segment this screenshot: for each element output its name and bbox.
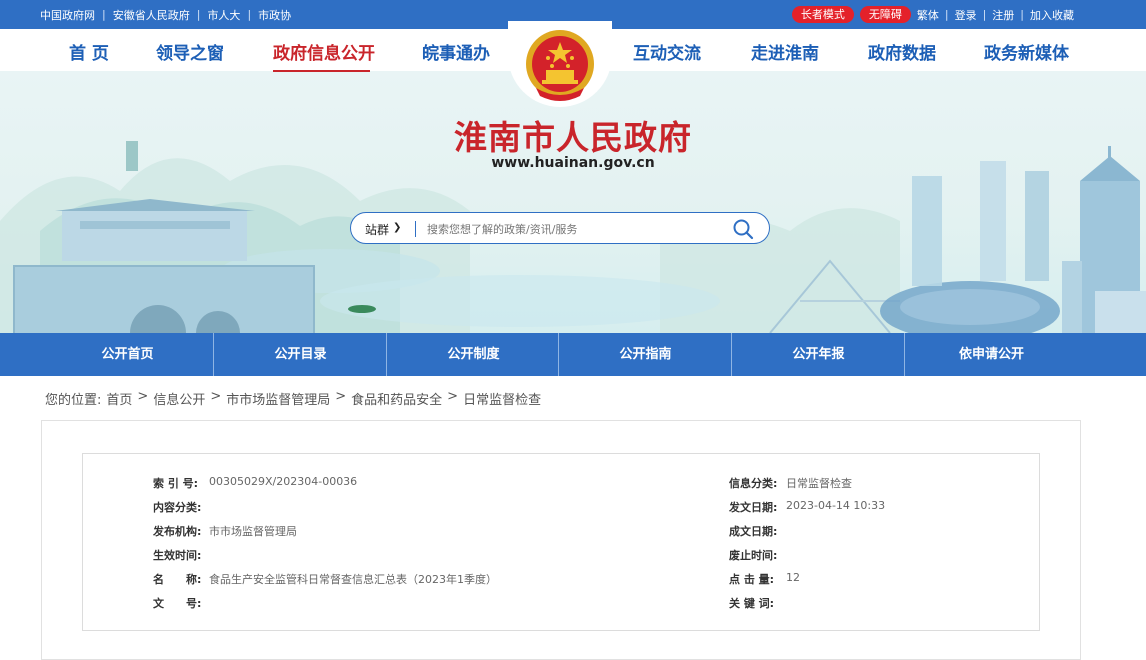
org-value: 市市场监督管理局 <box>209 525 297 538</box>
divider <box>415 221 416 237</box>
separator: | <box>247 8 252 21</box>
name-value: 食品生产安全监管科日常督查信息汇总表（2023年1季度） <box>209 573 497 586</box>
breadcrumb-separator: > <box>447 389 459 404</box>
breadcrumb-market-bureau[interactable]: 市市场监督管理局 <box>226 389 330 408</box>
gate-tower <box>62 211 247 261</box>
separator: | <box>102 8 106 21</box>
breadcrumb-info-disclosure[interactable]: 信息公开 <box>153 389 205 408</box>
search-icon[interactable] <box>731 217 755 241</box>
publish-date-label: 发文日期: <box>729 501 778 514</box>
index-no-label: 索 引 号: <box>153 477 199 490</box>
doc-no-label: 文 号: <box>153 597 202 610</box>
separator: | <box>196 8 201 21</box>
national-emblem-icon <box>526 30 594 101</box>
elder-mode-button[interactable]: 长者模式 <box>791 6 854 23</box>
breadcrumb: 您的位置: 首页 > 信息公开 > 市市场监督管理局 > 食品和药品安全 > 日… <box>45 389 546 408</box>
banner: 淮南市人民政府 www.huainan.gov.cn 站群 ❯ <box>0 71 1146 333</box>
index-no-value: 00305029X/202304-00036 <box>209 475 358 488</box>
site-url: www.huainan.gov.cn <box>491 155 655 171</box>
link-anhui-gov[interactable]: 安徽省人民政府 <box>113 7 190 23</box>
traditional-chinese-link[interactable]: 繁体 <box>917 7 939 23</box>
top-links: 中国政府网 | 安徽省人民政府 | 市人大 | 市政协 <box>40 0 291 29</box>
nav-item-about-huainan[interactable]: 走进淮南 <box>751 39 819 64</box>
login-link[interactable]: 登录 <box>955 7 977 23</box>
breadcrumb-separator: > <box>137 389 149 404</box>
created-date-label: 成文日期: <box>729 525 778 538</box>
subnav-disclosure-guide[interactable]: 公开指南 <box>559 333 732 376</box>
subnav-disclosure-system[interactable]: 公开制度 <box>387 333 560 376</box>
accessible-button[interactable]: 无障碍 <box>859 6 911 23</box>
nav-item-services[interactable]: 皖事通办 <box>422 39 490 64</box>
nav-item-interaction[interactable]: 互动交流 <box>633 39 701 64</box>
add-favorite-link[interactable]: 加入收藏 <box>1030 7 1074 23</box>
separator: | <box>982 8 987 21</box>
top-tools: 长者模式 无障碍 繁体 | 登录 | 注册 | 加入收藏 <box>791 0 1074 29</box>
nav-item-home[interactable]: 首 页 <box>69 39 109 64</box>
clicks-label: 点 击 量: <box>729 573 775 586</box>
link-npc[interactable]: 市人大 <box>207 7 240 23</box>
category-value: 日常监督检查 <box>786 477 852 490</box>
effective-label: 生效时间: <box>153 549 202 562</box>
breadcrumb-prefix: 您的位置: <box>45 393 102 408</box>
breadcrumb-daily-inspection[interactable]: 日常监督检查 <box>463 389 541 408</box>
register-link[interactable]: 注册 <box>992 7 1014 23</box>
subnav-apply-disclosure[interactable]: 依申请公开 <box>905 333 1078 376</box>
category-label: 信息分类: <box>729 477 778 490</box>
document-info-box: 索 引 号: 00305029X/202304-00036 内容分类: 发布机构… <box>82 453 1040 631</box>
subnav-disclosure-catalog[interactable]: 公开目录 <box>214 333 387 376</box>
keywords-label: 关 键 词: <box>729 597 775 610</box>
subnav-annual-report[interactable]: 公开年报 <box>732 333 905 376</box>
separator: | <box>1020 8 1024 21</box>
link-gov-cn[interactable]: 中国政府网 <box>40 7 95 23</box>
site-title: 淮南市人民政府 <box>454 118 692 157</box>
publish-date-value: 2023-04-14 10:33 <box>786 499 886 512</box>
content-type-label: 内容分类: <box>153 501 202 514</box>
search-input[interactable] <box>427 218 717 240</box>
separator: | <box>944 8 949 21</box>
breadcrumb-separator: > <box>335 389 347 404</box>
subnav-disclosure-home[interactable]: 公开首页 <box>41 333 214 376</box>
chevron-down-icon[interactable]: ❯ <box>393 222 401 233</box>
expire-label: 废止时间: <box>729 549 778 562</box>
org-label: 发布机构: <box>153 525 202 538</box>
breadcrumb-separator: > <box>210 389 222 404</box>
link-cppcc[interactable]: 市政协 <box>258 7 291 23</box>
active-nav-underline <box>273 70 370 72</box>
nav-item-info-disclosure[interactable]: 政府信息公开 <box>273 39 375 64</box>
name-label: 名 称: <box>153 573 202 586</box>
disclosure-subnav: 公开首页 公开目录 公开制度 公开指南 公开年报 依申请公开 <box>0 333 1146 376</box>
search-bar: 站群 ❯ <box>350 212 770 244</box>
clicks-value: 12 <box>786 571 800 584</box>
nav-item-new-media[interactable]: 政务新媒体 <box>984 39 1069 64</box>
nav-item-gov-data[interactable]: 政府数据 <box>868 39 936 64</box>
search-scope-select[interactable]: 站群 <box>365 221 389 238</box>
breadcrumb-food-drug-safety[interactable]: 食品和药品安全 <box>351 389 442 408</box>
breadcrumb-home[interactable]: 首页 <box>106 389 132 408</box>
nav-item-leaders[interactable]: 领导之窗 <box>156 39 224 64</box>
